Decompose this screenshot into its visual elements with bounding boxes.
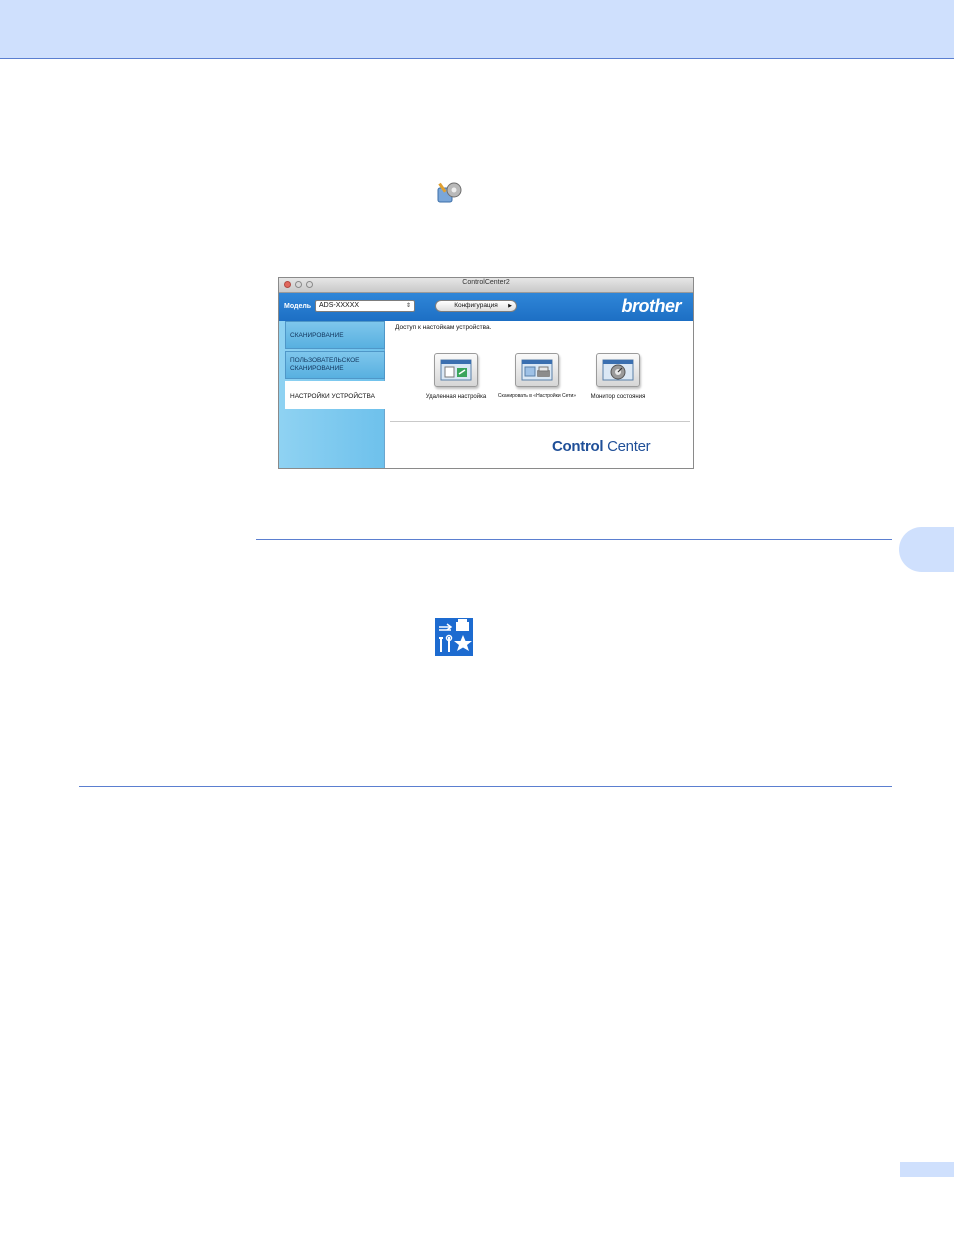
content-divider xyxy=(390,421,690,422)
configuration-button[interactable]: Конфигурация ▶ xyxy=(435,300,517,312)
sidebar-item-device-settings[interactable]: НАСТРОЙКИ УСТРОЙСТВА xyxy=(285,381,385,409)
sidebar-item-label: СКАНИРОВАНИЕ xyxy=(290,332,344,339)
tile-label: Удаленная настройка xyxy=(425,394,487,400)
brand-logo: brother xyxy=(621,296,682,316)
content-hint: Доступ к настойкам устройства. xyxy=(395,324,492,331)
scan-to-network-button[interactable]: Сканировать в «Настройки Сети» xyxy=(497,353,577,400)
window-title: ControlCenter2 xyxy=(462,279,510,286)
sidebar: СКАНИРОВАНИЕ ПОЛЬЗОВАТЕЛЬСКОЕ СКАНИРОВАН… xyxy=(279,321,385,468)
status-monitor-icon xyxy=(596,353,640,387)
device-settings-tools-icon xyxy=(435,618,473,656)
control-center-logo: Control Center xyxy=(552,438,651,455)
device-settings-gear-icon xyxy=(437,182,462,203)
controlcenter-window: ControlCenter2 Модель ADS-XXXXX ⇕ Конфиг… xyxy=(278,277,694,469)
remote-setup-button[interactable]: Удаленная настройка xyxy=(416,353,496,401)
remote-setup-icon xyxy=(434,353,478,387)
select-arrows-icon: ⇕ xyxy=(405,303,411,309)
tile-label: Сканировать в «Настройки Сети» xyxy=(497,393,577,399)
model-select[interactable]: ADS-XXXXX ⇕ xyxy=(315,300,415,312)
tile-label: Монитор состояния xyxy=(590,394,646,400)
sidebar-item-label: НАСТРОЙКИ УСТРОЙСТВА xyxy=(290,393,375,400)
scan-to-network-icon xyxy=(515,353,559,387)
main-content: Доступ к настойкам устройства. Удаленная… xyxy=(386,321,693,468)
model-label: Модель xyxy=(284,303,312,310)
window-toolbar: Модель ADS-XXXXX ⇕ Конфигурация ▶ brothe… xyxy=(279,293,693,321)
sidebar-item-custom-scan[interactable]: ПОЛЬЗОВАТЕЛЬСКОЕ СКАНИРОВАНИЕ xyxy=(285,351,385,379)
status-monitor-button[interactable]: Монитор состояния xyxy=(578,353,658,401)
section-divider xyxy=(256,539,892,540)
page-number-tab xyxy=(900,1162,954,1177)
page-header-band xyxy=(0,0,954,59)
logo-regular-text: Center xyxy=(603,438,651,455)
sidebar-item-scan[interactable]: СКАНИРОВАНИЕ xyxy=(285,321,385,349)
window-titlebar: ControlCenter2 xyxy=(279,278,693,293)
chapter-tab xyxy=(899,527,954,572)
model-select-value: ADS-XXXXX xyxy=(319,302,360,309)
section-divider-bottom xyxy=(79,786,892,787)
play-arrow-icon: ▶ xyxy=(508,303,512,309)
configuration-button-label: Конфигурация xyxy=(454,302,498,309)
logo-bold-text: Control xyxy=(552,438,604,455)
sidebar-item-label: ПОЛЬЗОВАТЕЛЬСКОЕ СКАНИРОВАНИЕ xyxy=(290,357,360,372)
